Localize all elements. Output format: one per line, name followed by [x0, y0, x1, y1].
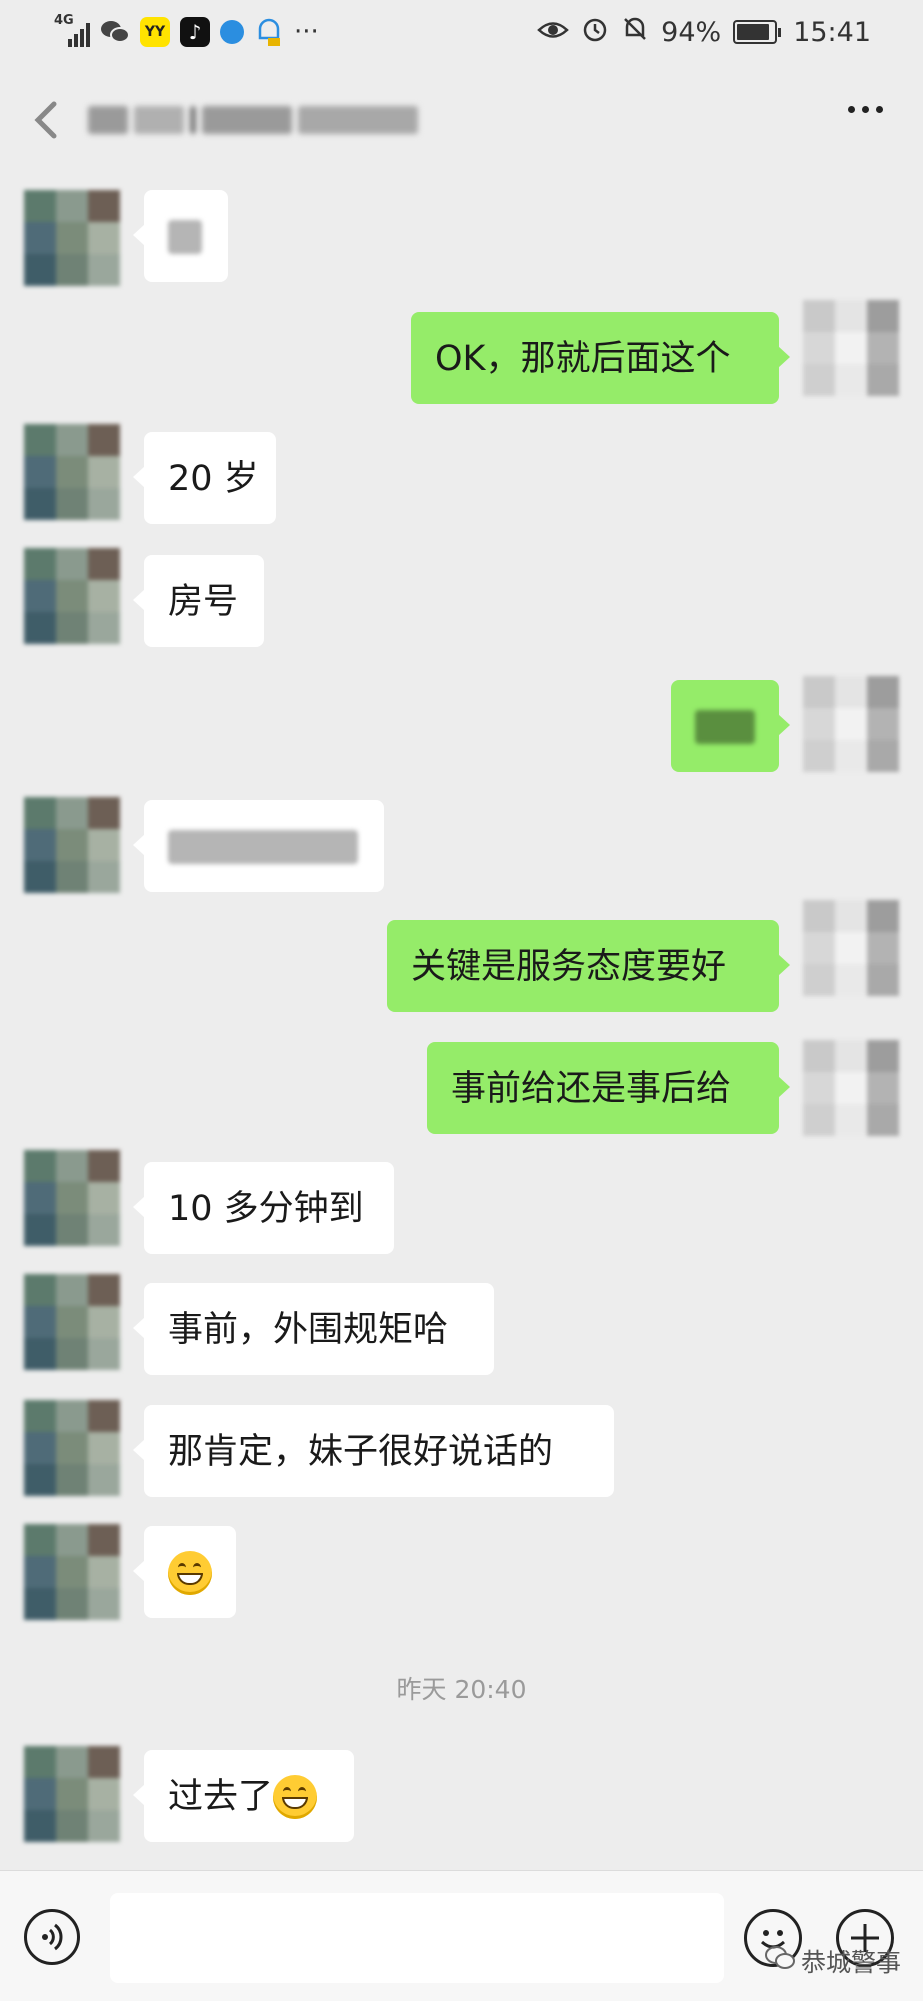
yy-app-icon: YY	[140, 17, 170, 47]
message-bubble[interactable]	[671, 680, 790, 772]
chat-header	[0, 80, 923, 160]
contact-avatar[interactable]	[24, 424, 120, 520]
message-input[interactable]	[110, 1893, 724, 1983]
message-bubble[interactable]	[133, 1526, 236, 1618]
status-right-icons: 94% 15:41	[537, 14, 871, 50]
message-bubble[interactable]: 20 岁	[133, 432, 276, 524]
message-bubble[interactable]: 事前，外围规矩哈	[133, 1283, 494, 1375]
voice-icon[interactable]	[24, 1909, 80, 1965]
blurred-content	[695, 710, 755, 744]
message-bubble[interactable]: 关键是服务态度要好	[387, 920, 790, 1012]
contact-avatar[interactable]	[24, 548, 120, 644]
message-bubble[interactable]: 房号	[133, 555, 264, 647]
wechat-icon	[100, 17, 130, 47]
message-bubble[interactable]: OK，那就后面这个	[411, 312, 790, 404]
message-text: 20 岁	[168, 459, 259, 499]
message-text: 事前，外围规矩哈	[168, 1310, 449, 1350]
message-bubble[interactable]: 那肯定，妹子很好说话的	[133, 1405, 614, 1497]
message-text: 关键是服务态度要好	[411, 947, 727, 987]
eye-comfort-icon	[537, 17, 570, 48]
contact-avatar[interactable]	[24, 190, 120, 286]
message-text: OK，那就后面这个	[435, 339, 731, 379]
my-avatar[interactable]	[803, 1040, 899, 1136]
blurred-content	[168, 830, 358, 864]
more-icon[interactable]	[848, 106, 883, 113]
grin-emoji-icon	[273, 1775, 318, 1819]
contact-avatar[interactable]	[24, 1150, 120, 1246]
my-avatar[interactable]	[803, 900, 899, 996]
mute-icon	[621, 15, 649, 50]
signal-icon: 4G	[54, 13, 90, 47]
message-text: 那肯定，妹子很好说话的	[168, 1432, 554, 1472]
clock-time: 15:41	[793, 16, 871, 48]
input-bar: 恭城警事	[0, 1870, 923, 2001]
message-text: 过去了	[168, 1777, 274, 1817]
tiktok-icon: ♪	[180, 17, 210, 47]
more-dots-icon: ···	[294, 17, 319, 47]
battery-percent: 94%	[661, 16, 722, 48]
contact-avatar[interactable]	[24, 1524, 120, 1620]
message-bubble[interactable]	[133, 800, 384, 892]
watermark: 恭城警事	[764, 1943, 901, 1979]
battery-icon	[733, 20, 782, 44]
contact-avatar[interactable]	[24, 1746, 120, 1842]
contact-avatar[interactable]	[24, 797, 120, 893]
watermark-text: 恭城警事	[800, 1948, 901, 1977]
back-arrow-icon[interactable]	[28, 100, 64, 140]
status-bar: 4G YY ♪ ··· 94% 15:41	[0, 0, 923, 66]
message-bubble[interactable]: 过去了	[133, 1750, 354, 1842]
wechat-watermark-icon	[764, 1945, 795, 1977]
chat-title	[88, 102, 428, 138]
network-type: 4G	[54, 13, 74, 28]
message-text: 房号	[168, 582, 239, 622]
my-avatar[interactable]	[803, 300, 899, 396]
message-bubble[interactable]	[133, 190, 228, 282]
message-text: 事前给还是事后给	[451, 1069, 732, 1109]
notification-icon	[254, 17, 284, 47]
browser-icon	[220, 20, 244, 44]
contact-avatar[interactable]	[24, 1274, 120, 1370]
alarm-icon	[581, 15, 609, 50]
contact-avatar[interactable]	[24, 1400, 120, 1496]
message-timestamp: 昨天 20:40	[396, 1675, 527, 1704]
blurred-content	[168, 220, 202, 254]
message-text: 10 多分钟到	[168, 1189, 364, 1229]
my-avatar[interactable]	[803, 676, 899, 772]
message-bubble[interactable]: 事前给还是事后给	[427, 1042, 790, 1134]
status-left-icons: 4G YY ♪ ···	[54, 13, 319, 50]
grin-emoji-icon	[168, 1551, 212, 1595]
message-bubble[interactable]: 10 多分钟到	[133, 1162, 394, 1254]
